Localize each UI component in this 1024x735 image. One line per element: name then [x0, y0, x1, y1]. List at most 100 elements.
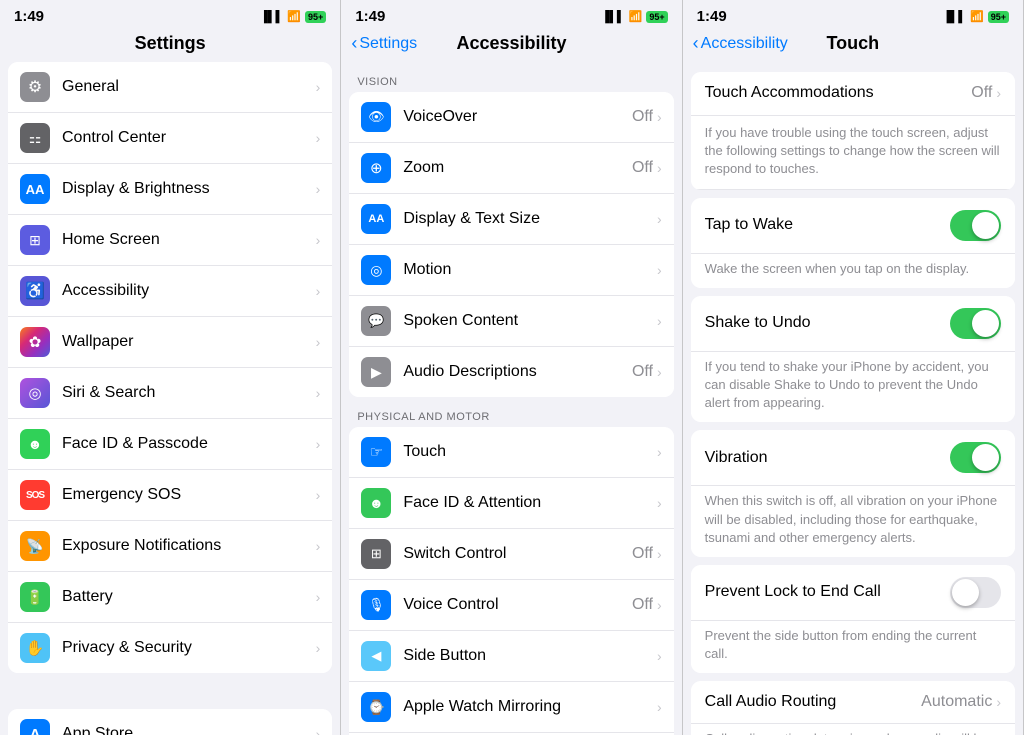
back-chevron-3: ‹: [693, 33, 699, 54]
touch-item-accommodations[interactable]: Touch Accommodations Off ›: [691, 72, 1015, 116]
tap-to-wake-card: Tap to Wake I Wake the screen when you t…: [691, 198, 1015, 288]
vibration-toggle[interactable]: I: [950, 442, 1001, 473]
spoken-icon: 💬: [361, 306, 391, 336]
call-audio-chevron: ›: [996, 694, 1001, 710]
acc-item-voiceover[interactable]: 👁 VoiceOver Off ›: [349, 92, 673, 143]
switch-control-icon: ⊞: [361, 539, 391, 569]
settings-item-home-screen[interactable]: ⊞ Home Screen ›: [8, 215, 332, 266]
acc-item-display-text[interactable]: AA Display & Text Size ›: [349, 194, 673, 245]
spoken-label: Spoken Content: [403, 312, 657, 330]
touch-chevron: ›: [657, 444, 662, 460]
settings-item-battery[interactable]: 🔋 Battery ›: [8, 572, 332, 623]
wifi-icon-2: 📶: [629, 10, 643, 23]
audio-desc-chevron: ›: [657, 364, 662, 380]
settings-item-wallpaper[interactable]: ✿ Wallpaper ›: [8, 317, 332, 368]
vision-card: 👁 VoiceOver Off › ⊕ Zoom Off › AA Displa…: [349, 92, 673, 397]
wifi-icon-3: 📶: [970, 10, 984, 23]
audio-desc-icon: ▶: [361, 357, 391, 387]
audio-desc-value: Off: [632, 363, 653, 381]
home-screen-icon: ⊞: [20, 225, 50, 255]
vibration-desc-container: When this switch is off, all vibration o…: [691, 486, 1015, 557]
settings-bottom-card: A App Store › 💳 Wallet & Apple Pay › 🔑 P…: [8, 709, 332, 735]
audio-desc-label: Audio Descriptions: [403, 363, 632, 381]
status-icons-3: ▐▌▌ 📶 95+: [943, 10, 1009, 23]
battery-badge-1: 95+: [305, 11, 326, 23]
touch-label: Touch: [403, 443, 657, 461]
call-audio-label: Call Audio Routing: [705, 693, 922, 711]
zoom-value: Off: [632, 159, 653, 177]
motion-chevron: ›: [657, 262, 662, 278]
acc-item-spoken[interactable]: 💬 Spoken Content ›: [349, 296, 673, 347]
motion-icon: ◎: [361, 255, 391, 285]
touch-back-button[interactable]: ‹ Accessibility: [693, 33, 788, 54]
status-time-2: 1:49: [355, 8, 385, 25]
settings-top-group: ⚙ General › ⚏ Control Center › AA Displa…: [0, 62, 340, 673]
signal-icon-3: ▐▌▌: [943, 11, 966, 23]
settings-item-control-center[interactable]: ⚏ Control Center ›: [8, 113, 332, 164]
acc-item-touch[interactable]: ☞ Touch ›: [349, 427, 673, 478]
switch-control-chevron: ›: [657, 546, 662, 562]
tap-to-wake-toggle[interactable]: I: [950, 210, 1001, 241]
back-label-3: Accessibility: [701, 35, 788, 53]
prevent-lock-toggle[interactable]: [950, 577, 1001, 608]
accessibility-scroll[interactable]: VISION 👁 VoiceOver Off › ⊕ Zoom Off › AA…: [341, 62, 681, 735]
settings-item-siri[interactable]: ◎ Siri & Search ›: [8, 368, 332, 419]
touch-scroll[interactable]: Touch Accommodations Off › If you have t…: [683, 62, 1023, 735]
settings-panel: 1:49 ▐▌▌ 📶 95+ Settings ⚙ General › ⚏ Co…: [0, 0, 341, 735]
call-audio-desc-container: Call audio routing determines where audi…: [691, 724, 1015, 735]
acc-item-zoom[interactable]: ⊕ Zoom Off ›: [349, 143, 673, 194]
voiceover-label: VoiceOver: [403, 108, 632, 126]
face-attention-icon: ☻: [361, 488, 391, 518]
battery-label: Battery: [62, 588, 316, 606]
settings-item-emergency-sos[interactable]: SOS Emergency SOS ›: [8, 470, 332, 521]
zoom-label: Zoom: [403, 159, 632, 177]
wallpaper-label: Wallpaper: [62, 333, 316, 351]
zoom-icon: ⊕: [361, 153, 391, 183]
settings-item-accessibility[interactable]: ♿ Accessibility ›: [8, 266, 332, 317]
settings-item-display[interactable]: AA Display & Brightness ›: [8, 164, 332, 215]
voiceover-value: Off: [632, 108, 653, 126]
acc-item-audio-desc[interactable]: ▶ Audio Descriptions Off ›: [349, 347, 673, 397]
accessibility-panel: 1:49 ▐▌▌ 📶 95+ ‹ Settings Accessibility …: [341, 0, 682, 735]
shake-to-undo-label: Shake to Undo: [705, 314, 950, 332]
watch-mirroring-icon: ⌚: [361, 692, 391, 722]
settings-item-app-store[interactable]: A App Store ›: [8, 709, 332, 735]
touch-accommodations-card: Touch Accommodations Off › If you have t…: [691, 72, 1015, 190]
accessibility-label: Accessibility: [62, 282, 316, 300]
status-time-1: 1:49: [14, 8, 44, 25]
acc-item-face-attention[interactable]: ☻ Face ID & Attention ›: [349, 478, 673, 529]
call-audio-card: Call Audio Routing Automatic › Call audi…: [691, 681, 1015, 735]
settings-scroll[interactable]: ⚙ General › ⚏ Control Center › AA Displa…: [0, 62, 340, 735]
settings-item-face-id[interactable]: ☻ Face ID & Passcode ›: [8, 419, 332, 470]
status-icons-1: ▐▌▌ 📶 95+: [260, 10, 326, 23]
acc-item-switch-control[interactable]: ⊞ Switch Control Off ›: [349, 529, 673, 580]
accessibility-back-button[interactable]: ‹ Settings: [351, 33, 417, 54]
voice-control-icon: 🎙: [361, 590, 391, 620]
touch-accommodations-desc: If you have trouble using the touch scre…: [691, 116, 1015, 190]
settings-item-exposure[interactable]: 📡 Exposure Notifications ›: [8, 521, 332, 572]
acc-item-side-button[interactable]: ◀ Side Button ›: [349, 631, 673, 682]
privacy-chevron: ›: [316, 640, 321, 656]
settings-bottom-group: A App Store › 💳 Wallet & Apple Pay › 🔑 P…: [0, 709, 340, 735]
section-divider: [0, 681, 340, 709]
touch-accommodations-chevron: ›: [996, 85, 1001, 101]
display-text-chevron: ›: [657, 211, 662, 227]
motor-section-label: PHYSICAL AND MOTOR: [341, 397, 681, 427]
acc-item-motion[interactable]: ◎ Motion ›: [349, 245, 673, 296]
siri-icon: ◎: [20, 378, 50, 408]
settings-item-general[interactable]: ⚙ General ›: [8, 62, 332, 113]
acc-item-voice-control[interactable]: 🎙 Voice Control Off ›: [349, 580, 673, 631]
wifi-icon: 📶: [287, 10, 301, 23]
settings-item-privacy[interactable]: ✋ Privacy & Security ›: [8, 623, 332, 673]
shake-to-undo-toggle[interactable]: I: [950, 308, 1001, 339]
privacy-icon: ✋: [20, 633, 50, 663]
exposure-icon: 📡: [20, 531, 50, 561]
toggle-knob-4: [952, 579, 979, 606]
touch-icon: ☞: [361, 437, 391, 467]
app-store-chevron: ›: [316, 726, 321, 735]
acc-item-watch-mirroring[interactable]: ⌚ Apple Watch Mirroring ›: [349, 682, 673, 733]
zoom-chevron: ›: [657, 160, 662, 176]
call-audio-row[interactable]: Call Audio Routing Automatic ›: [691, 681, 1015, 724]
vibration-label: Vibration: [705, 449, 950, 467]
voice-control-value: Off: [632, 596, 653, 614]
